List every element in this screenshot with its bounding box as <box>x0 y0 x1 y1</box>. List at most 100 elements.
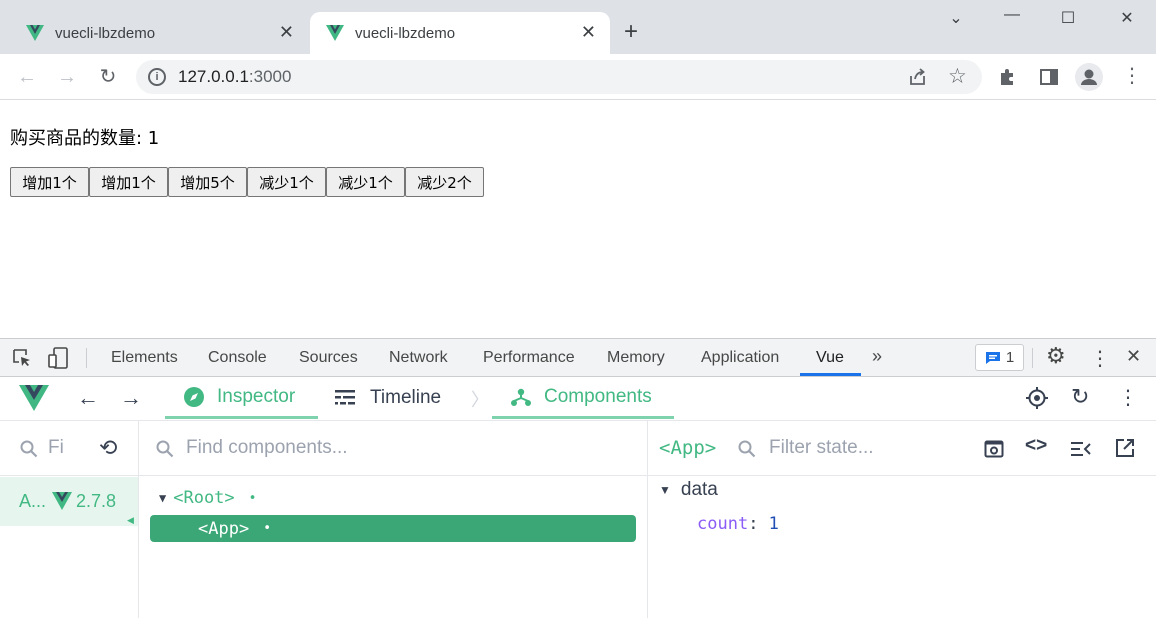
component-search-header: Find components... <box>139 421 647 476</box>
vue-inspector-panes: Fi ⟲ A... 2.7.8 ◀ Find components... ▼ <… <box>0 421 1156 618</box>
devtools-menu-kebab-icon[interactable]: ⋮ <box>1090 346 1110 371</box>
quantity-heading: 购买商品的数量: 1 <box>10 128 160 149</box>
url-text[interactable]: 127.0.0.1:3000 <box>178 67 291 87</box>
vue-back-arrow-icon[interactable]: ← <box>77 385 99 411</box>
expand-triangle-icon[interactable]: ▼ <box>159 491 166 505</box>
devtools-tab-bar: Elements Console Sources Network Perform… <box>0 339 1156 377</box>
sync-icon[interactable]: ⟲ <box>99 435 117 461</box>
vue-tab-timeline[interactable]: Timeline <box>335 377 441 419</box>
decrease-2-button[interactable]: 减少2个 <box>405 167 484 197</box>
browser-tab-active[interactable]: vuecli-lbzdemo ✕ <box>310 12 610 54</box>
app-list-pane: Fi ⟲ A... 2.7.8 ◀ <box>0 421 139 618</box>
device-toolbar-icon[interactable] <box>47 347 71 369</box>
tab-title: vuecli-lbzdemo <box>355 24 456 42</box>
vue-version: 2.7.8 <box>76 491 117 511</box>
find-components-input[interactable]: Find components... <box>186 437 348 459</box>
filter-state-input[interactable]: Filter state... <box>769 437 874 459</box>
extensions-puzzle-icon[interactable] <box>998 67 1018 87</box>
open-in-editor-icon[interactable] <box>1115 438 1135 458</box>
side-panel-icon[interactable] <box>1039 67 1059 87</box>
collapse-caret-icon[interactable]: ◀ <box>127 515 134 526</box>
new-tab-plus-icon[interactable]: + <box>624 20 638 44</box>
devtools-tab-console[interactable]: Console <box>208 349 267 367</box>
increase-1-button-2[interactable]: 增加1个 <box>89 167 168 197</box>
vue-more-kebab-icon[interactable]: ⋮ <box>1118 385 1138 410</box>
close-devtools-icon[interactable]: ✕ <box>1126 346 1141 367</box>
browser-menu-kebab-icon[interactable]: ⋮ <box>1122 64 1142 88</box>
refresh-icon[interactable]: ↻ <box>1071 384 1089 410</box>
maximize-icon[interactable]: ☐ <box>1058 8 1078 28</box>
timeline-icon <box>335 390 355 405</box>
inspect-element-icon[interactable] <box>12 348 32 368</box>
vue-tab-inspector[interactable]: Inspector <box>165 377 318 419</box>
component-tree-pane: Find components... ▼ <Root> • <App> • <box>139 421 648 618</box>
scroll-to-component-icon[interactable] <box>984 439 1004 459</box>
devtools-tab-sources[interactable]: Sources <box>299 349 358 367</box>
settings-gear-icon[interactable]: ⚙ <box>1046 343 1066 369</box>
state-section-data[interactable]: ▼ data <box>659 479 718 501</box>
app-list-item[interactable]: A... 2.7.8 ◀ <box>0 477 138 526</box>
devtools-panel: Elements Console Sources Network Perform… <box>0 338 1156 618</box>
vue-tab-components[interactable]: Components <box>492 377 674 419</box>
tab-title: vuecli-lbzdemo <box>55 24 156 42</box>
tab-close-icon[interactable]: ✕ <box>279 22 294 42</box>
tree-node-root[interactable]: ▼ <Root> • <box>159 488 256 508</box>
tab-close-icon[interactable]: ✕ <box>581 22 596 42</box>
component-tree-icon <box>511 388 531 406</box>
show-render-code-icon[interactable] <box>1070 440 1092 458</box>
app-filter-input[interactable]: Fi <box>48 437 64 459</box>
forward-arrow-icon[interactable]: → <box>55 65 79 89</box>
active-tab-indicator <box>800 373 861 376</box>
selected-component-title: <App> <box>659 437 717 459</box>
component-state-pane: <App> Filter state... <> ▼ data count: 1 <box>648 421 1156 618</box>
devtools-tab-memory[interactable]: Memory <box>607 349 665 367</box>
browser-tab[interactable]: vuecli-lbzdemo ✕ <box>0 12 308 54</box>
decrease-1-button-2[interactable]: 减少1个 <box>326 167 405 197</box>
back-arrow-icon[interactable]: ← <box>15 65 39 89</box>
quantity-button-group: 增加1个 增加1个 增加5个 减少1个 减少1个 减少2个 <box>10 167 484 197</box>
inspect-dom-code-icon[interactable]: <> <box>1025 435 1047 457</box>
devtools-tab-elements[interactable]: Elements <box>111 349 178 367</box>
app-list-header: Fi ⟲ <box>0 421 138 476</box>
toolbar-divider <box>86 348 87 368</box>
share-icon[interactable] <box>908 68 928 86</box>
window-close-icon[interactable]: ✕ <box>1117 8 1137 28</box>
profile-avatar-icon[interactable] <box>1075 63 1103 91</box>
vue-tab-label: Components <box>544 385 652 407</box>
state-header: <App> Filter state... <> <box>648 421 1156 476</box>
select-component-target-icon[interactable] <box>1025 386 1049 410</box>
increase-1-button[interactable]: 增加1个 <box>10 167 89 197</box>
issues-count: 1 <box>1005 349 1015 366</box>
address-bar[interactable]: i 127.0.0.1:3000 ☆ <box>136 60 982 94</box>
vue-tab-label: Timeline <box>370 387 442 408</box>
issues-message-icon <box>985 351 1000 364</box>
component-dot-icon: • <box>248 490 257 506</box>
devtools-tab-performance[interactable]: Performance <box>483 349 575 367</box>
devtools-tab-application[interactable]: Application <box>701 349 779 367</box>
issues-badge[interactable]: 1 <box>975 344 1024 371</box>
reload-icon[interactable]: ↻ <box>96 65 120 89</box>
toolbar-divider <box>1032 348 1033 368</box>
expand-triangle-icon[interactable]: ▼ <box>659 483 671 497</box>
url-port: :3000 <box>248 67 292 86</box>
vue-logo-icon <box>19 385 49 411</box>
devtools-tab-vue[interactable]: Vue <box>816 349 844 367</box>
search-icon <box>20 440 38 458</box>
devtools-tab-network[interactable]: Network <box>389 349 448 367</box>
search-icon <box>156 440 174 458</box>
state-colon: : <box>748 514 769 534</box>
tree-node-app-selected[interactable]: <App> • <box>150 515 636 542</box>
tab-search-chevron-icon[interactable]: ⌄ <box>946 8 966 28</box>
bookmark-star-icon[interactable]: ☆ <box>948 64 967 89</box>
vue-favicon-icon <box>326 25 344 41</box>
decrease-1-button[interactable]: 减少1个 <box>247 167 326 197</box>
increase-5-button[interactable]: 增加5个 <box>168 167 247 197</box>
url-host: 127.0.0.1 <box>178 67 249 86</box>
more-tabs-chevron-icon[interactable]: » <box>872 346 882 367</box>
vue-forward-arrow-icon[interactable]: → <box>120 385 142 411</box>
site-info-icon[interactable]: i <box>148 68 166 86</box>
vue-version-logo-icon <box>52 492 72 510</box>
state-row-count[interactable]: count: 1 <box>697 514 779 534</box>
minimize-icon[interactable]: — <box>1002 6 1022 24</box>
state-value: 1 <box>768 514 779 534</box>
